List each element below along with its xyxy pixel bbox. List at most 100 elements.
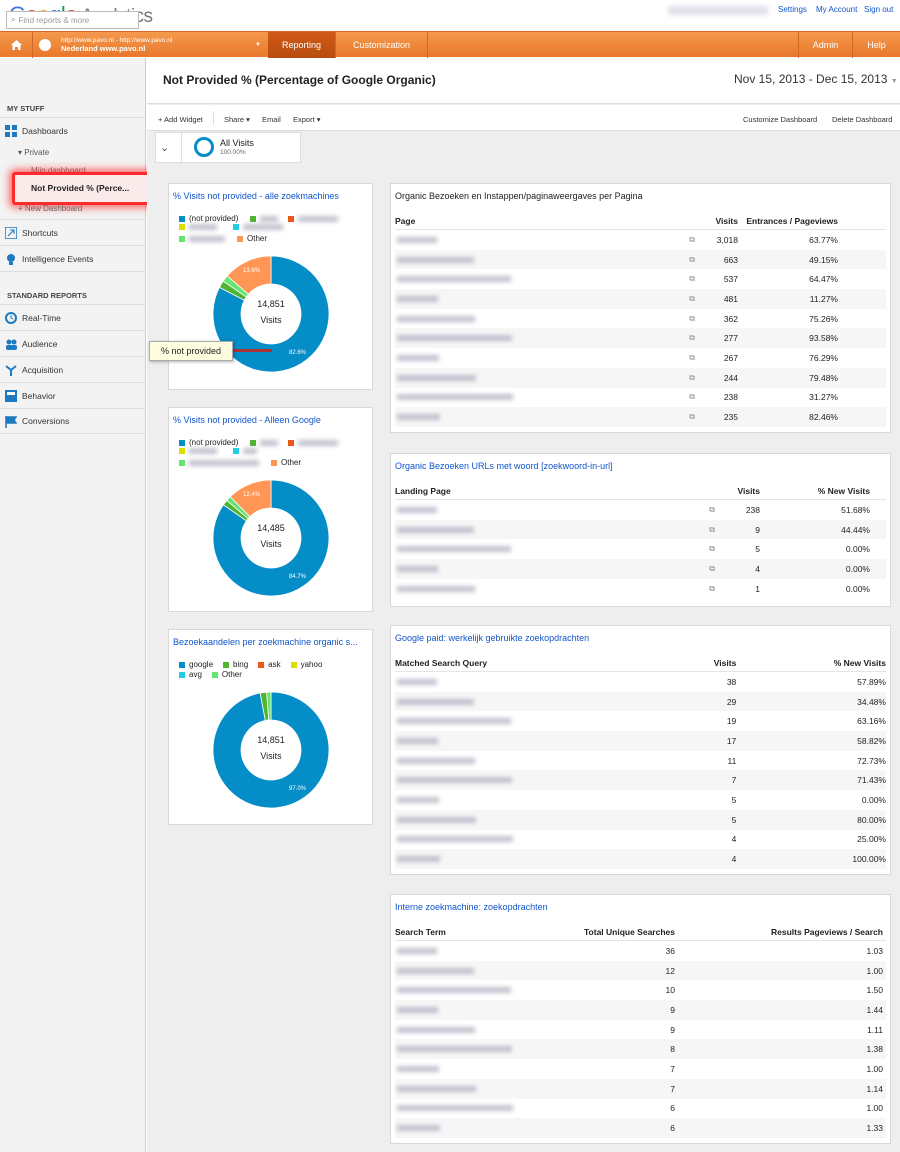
table-row[interactable]: ⧉ 537 64.47% (395, 269, 886, 289)
sidebar-item-intelligence[interactable]: Intelligence Events (0, 245, 145, 271)
row-label-cell[interactable] (395, 836, 644, 843)
row-label-cell[interactable]: ⧉ (395, 584, 715, 594)
sidebar-item-conversions[interactable]: Conversions (0, 408, 145, 434)
share-button[interactable]: Share ▾ (224, 115, 250, 124)
delete-dashboard-button[interactable]: Delete Dashboard (832, 115, 892, 124)
admin-button[interactable]: Admin (798, 32, 853, 58)
table-row[interactable]: ⧉ 663 49.15% (395, 249, 886, 270)
table-row[interactable]: 6 1.33 (395, 1118, 886, 1138)
row-label-cell[interactable]: ⧉ (395, 505, 715, 515)
column-header[interactable]: % New Visits (760, 486, 870, 496)
row-label-cell[interactable] (395, 1125, 555, 1132)
table-row[interactable]: 8 1.38 (395, 1039, 886, 1060)
table-row[interactable]: ⧉ 277 93.58% (395, 328, 886, 349)
table-row[interactable]: ⧉ 238 31.27% (395, 388, 886, 408)
segment-toggle-chevron-icon[interactable]: ⌄ (160, 141, 169, 154)
row-label-cell[interactable]: ⧉ (395, 353, 695, 363)
table-row[interactable]: ⧉ 267 76.29% (395, 348, 886, 368)
table-row[interactable]: 5 80.00% (395, 809, 886, 830)
row-label-cell[interactable] (395, 698, 644, 705)
table-row[interactable]: 9 1.44 (395, 1000, 886, 1020)
row-label-cell[interactable]: ⧉ (395, 235, 695, 245)
row-label-cell[interactable]: ⧉ (395, 294, 695, 304)
private-folder[interactable]: ▾ Private (18, 148, 49, 157)
table-row[interactable]: 17 58.82% (395, 731, 886, 751)
widget-title[interactable]: Organic Bezoeken en Instappen/paginaweer… (395, 191, 643, 201)
column-header[interactable]: Search Term (395, 927, 555, 937)
table-row[interactable]: ⧉ 235 82.46% (395, 407, 886, 427)
table-row[interactable]: 36 1.03 (395, 941, 886, 961)
sidebar-item-realtime[interactable]: Real-Time (0, 304, 145, 330)
sidebar-item-audience[interactable]: Audience (0, 330, 145, 356)
table-row[interactable]: 4 25.00% (395, 830, 886, 850)
table-row[interactable]: 29 34.48% (395, 691, 886, 712)
tab-customization[interactable]: Customization (336, 32, 428, 58)
row-label-cell[interactable] (395, 1006, 555, 1013)
row-label-cell[interactable] (395, 1026, 555, 1033)
row-label-cell[interactable] (395, 987, 555, 994)
row-label-cell[interactable]: ⧉ (395, 373, 695, 383)
table-row[interactable]: 5 0.00% (395, 790, 886, 810)
account-selector[interactable]: http://www.pavo.nl - http://www.pavo.nl N… (33, 32, 270, 58)
not-provided-dashboard-link[interactable]: Not Provided % (Perce... (31, 183, 129, 193)
row-label-cell[interactable]: ⧉ (395, 412, 695, 422)
table-row[interactable]: 11 72.73% (395, 751, 886, 771)
widget-title[interactable]: % Visits not provided - alle zoekmachine… (173, 191, 339, 201)
row-label-cell[interactable] (395, 757, 644, 764)
table-row[interactable]: ⧉ 9 44.44% (395, 519, 886, 540)
row-label-cell[interactable]: ⧉ (395, 544, 715, 554)
table-row[interactable]: 4 100.00% (395, 849, 886, 869)
new-dashboard-link[interactable]: + New Dashboard (18, 204, 82, 213)
row-label-cell[interactable] (395, 678, 644, 685)
sign-out-link[interactable]: Sign out (864, 5, 893, 14)
table-row[interactable]: ⧉ 1 0.00% (395, 579, 886, 599)
widget-title[interactable]: Organic Bezoeken URLs met woord [zoekwoo… (395, 461, 613, 471)
column-header[interactable]: Results Pageviews / Search (675, 927, 883, 937)
table-row[interactable]: 7 1.14 (395, 1078, 886, 1099)
table-row[interactable]: 7 71.43% (395, 770, 886, 791)
tab-reporting[interactable]: Reporting (268, 32, 336, 58)
segment-name[interactable]: All Visits (220, 138, 254, 148)
row-label-cell[interactable] (395, 967, 555, 974)
date-range-selector[interactable]: Nov 15, 2013 - Dec 15, 2013 ▼ (734, 72, 898, 86)
row-label-cell[interactable] (395, 796, 644, 803)
table-row[interactable]: 38 57.89% (395, 672, 886, 692)
help-button[interactable]: Help (853, 32, 900, 58)
widget-title[interactable]: % Visits not provided - Alleen Google (173, 415, 321, 425)
table-row[interactable]: 10 1.50 (395, 980, 886, 1000)
customize-dashboard-button[interactable]: Customize Dashboard (743, 115, 817, 124)
column-header[interactable]: Matched Search Query (395, 658, 644, 668)
table-row[interactable]: ⧉ 244 79.48% (395, 367, 886, 388)
settings-link[interactable]: Settings (778, 5, 807, 14)
column-header[interactable]: Landing Page (395, 486, 715, 496)
row-label-cell[interactable]: ⧉ (395, 333, 695, 343)
table-row[interactable]: ⧉ 362 75.26% (395, 309, 886, 329)
sidebar-item-dashboards[interactable]: Dashboards (0, 117, 145, 143)
email-button[interactable]: Email (262, 115, 281, 124)
row-label-cell[interactable] (395, 1105, 555, 1112)
sidebar-item-acquisition[interactable]: Acquisition (0, 356, 145, 382)
row-label-cell[interactable] (395, 1085, 555, 1092)
widget-title[interactable]: Bezoekaandelen per zoekmachine organic s… (173, 637, 358, 647)
find-reports-search[interactable]: ⌕ Find reports & more (6, 11, 139, 29)
row-label-cell[interactable] (395, 718, 644, 725)
table-row[interactable]: ⧉ 5 0.00% (395, 539, 886, 559)
row-label-cell[interactable] (395, 1046, 555, 1053)
export-button[interactable]: Export ▾ (293, 115, 321, 124)
row-label-cell[interactable] (395, 737, 644, 744)
sidebar-item-shortcuts[interactable]: Shortcuts (0, 219, 145, 245)
row-label-cell[interactable]: ⧉ (395, 274, 695, 284)
row-label-cell[interactable]: ⧉ (395, 314, 695, 324)
column-header[interactable]: Entrances / Pageviews (738, 216, 838, 226)
table-row[interactable]: ⧉ 481 11.27% (395, 289, 886, 309)
table-row[interactable]: 7 1.00 (395, 1059, 886, 1079)
widget-title[interactable]: Interne zoekmachine: zoekopdrachten (395, 902, 548, 912)
home-button[interactable] (0, 32, 33, 58)
column-header[interactable]: Visits (644, 658, 737, 668)
column-header[interactable]: Visits (695, 216, 738, 226)
column-header[interactable]: Visits (715, 486, 760, 496)
row-label-cell[interactable] (395, 777, 644, 784)
table-row[interactable]: 12 1.00 (395, 960, 886, 981)
column-header[interactable]: % New Visits (736, 658, 886, 668)
table-row[interactable]: ⧉ 238 51.68% (395, 500, 886, 520)
